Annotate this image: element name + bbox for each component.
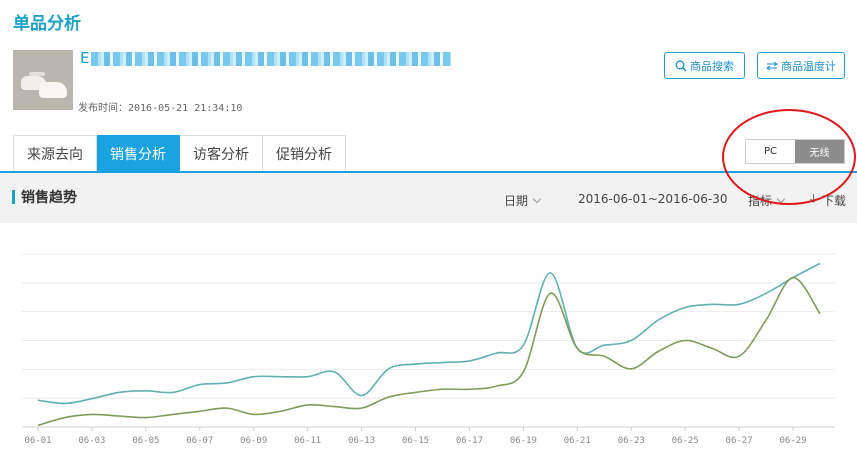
tab-promotion-analysis[interactable]: 促销分析 — [263, 135, 346, 172]
chart-gridlines — [22, 253, 835, 428]
shoe-right — [39, 82, 67, 98]
date-dropdown-label: 日期 — [504, 194, 529, 208]
analysis-tabs: 来源去向 销售分析 访客分析 促销分析 — [13, 135, 346, 172]
chevron-down-icon — [532, 194, 542, 203]
product-search-button[interactable]: 商品搜索 — [664, 52, 745, 79]
publish-time: 发布时间：2016-05-21 21:34:10 — [78, 103, 243, 114]
redacted-title-blur — [91, 51, 452, 66]
page-title: 单品分析 — [13, 14, 81, 34]
x-tick-label: 06-07 — [186, 436, 213, 446]
x-tick-label: 06-05 — [132, 436, 159, 446]
swap-arrows-icon — [766, 61, 778, 71]
product-thermometer-button[interactable]: 商品温度计 — [757, 52, 845, 79]
tab-visitor-analysis[interactable]: 访客分析 — [180, 135, 263, 172]
x-tick-label: 06-17 — [456, 436, 483, 446]
x-tick-label: 06-19 — [510, 436, 537, 446]
x-tick-label: 06-21 — [564, 436, 591, 446]
x-tick-label: 06-03 — [78, 436, 105, 446]
chart-series — [37, 262, 821, 427]
date-range-text: 2016-06-01~2016-06-30 — [578, 192, 728, 206]
date-range[interactable]: 2016-06-01~2016-06-30 — [578, 192, 728, 206]
x-tick-label: 06-13 — [348, 436, 375, 446]
series-line-2 — [37, 276, 821, 427]
section-marker — [12, 190, 15, 204]
x-tick-label: 06-15 — [402, 436, 429, 446]
x-tick-label: 06-09 — [240, 436, 267, 446]
chart-x-ticks: 06-01 06-03 06-05 06-07 06-09 06-11 06-13 06-15… — [24, 427, 807, 446]
product-title[interactable]: E — [80, 49, 455, 67]
x-tick-label: 06-11 — [294, 436, 321, 446]
sales-trend-chart: 06-01 06-03 06-05 06-07 06-09 06-11 06-13 06-15… — [22, 253, 835, 446]
x-tick-label: 06-25 — [672, 436, 699, 446]
product-search-label: 商品搜索 — [690, 59, 734, 73]
x-tick-label: 06-27 — [726, 436, 753, 446]
tab-sales-analysis[interactable]: 销售分析 — [97, 135, 180, 172]
product-thermometer-label: 商品温度计 — [781, 59, 836, 73]
section-header-bar — [0, 173, 857, 223]
series-line-1 — [37, 262, 821, 405]
date-dropdown[interactable]: 日期 — [504, 192, 542, 209]
x-tick-label: 06-29 — [779, 436, 806, 446]
section-title: 销售趋势 — [21, 190, 77, 206]
x-tick-label: 06-01 — [24, 436, 51, 446]
product-thumbnail[interactable] — [13, 50, 73, 110]
product-title-text: E — [80, 49, 90, 67]
annotation-red-circle — [722, 109, 856, 205]
x-tick-label: 06-23 — [618, 436, 645, 446]
search-icon — [675, 60, 687, 72]
tab-source-direction[interactable]: 来源去向 — [13, 135, 97, 172]
